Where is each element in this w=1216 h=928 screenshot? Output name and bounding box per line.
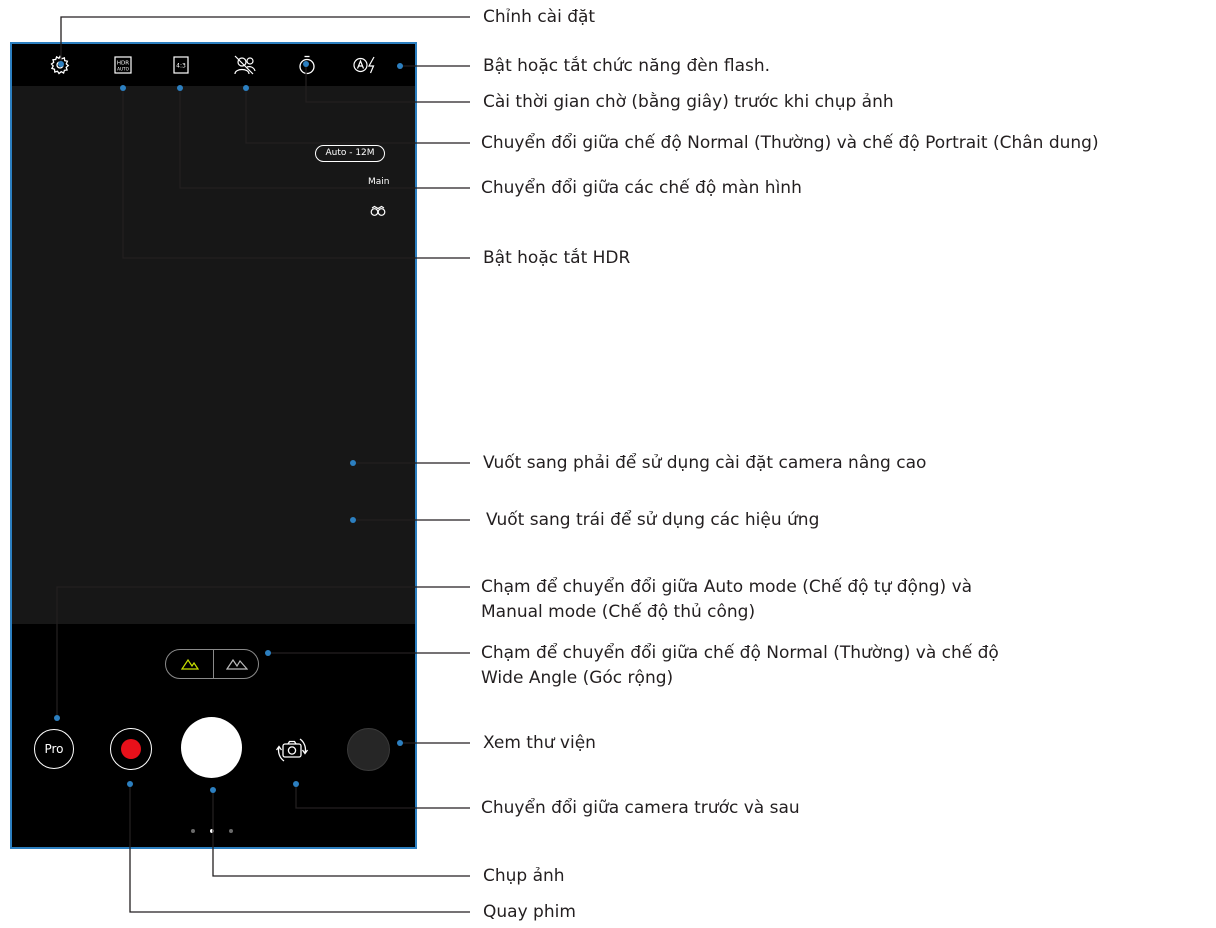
callout-aspect: Chuyển đổi giữa các chế độ màn hình: [481, 178, 802, 198]
callout-timer: Cài thời gian chờ (bằng giây) trước khi …: [483, 92, 894, 112]
callout-settings: Chỉnh cài đặt: [483, 7, 596, 27]
callout-gallery: Xem thư viện: [483, 733, 596, 753]
callout-lens-line1: Chạm để chuyển đổi giữa chế độ Normal (T…: [481, 643, 999, 663]
callout-swipe-right: Vuốt sang phải để sử dụng cài đặt camera…: [483, 453, 927, 473]
callout-flash: Bật hoặc tắt chức năng đèn flash.: [483, 56, 771, 76]
callout-hdr: Bật hoặc tắt HDR: [483, 248, 631, 268]
callout-pro-line2: Manual mode (Chế độ thủ công): [481, 602, 756, 622]
callout-portrait: Chuyển đổi giữa chế độ Normal (Thường) v…: [481, 133, 1099, 153]
callout-record: Quay phim: [483, 902, 576, 922]
callout-pro-line1: Chạm để chuyển đổi giữa Auto mode (Chế đ…: [481, 577, 973, 597]
callout-switch-camera: Chuyển đổi giữa camera trước và sau: [481, 798, 800, 818]
callout-lens-line2: Wide Angle (Góc rộng): [481, 668, 674, 688]
callout-capture: Chụp ảnh: [483, 866, 565, 886]
callout-swipe-left: Vuốt sang trái để sử dụng các hiệu ứng: [486, 510, 820, 530]
